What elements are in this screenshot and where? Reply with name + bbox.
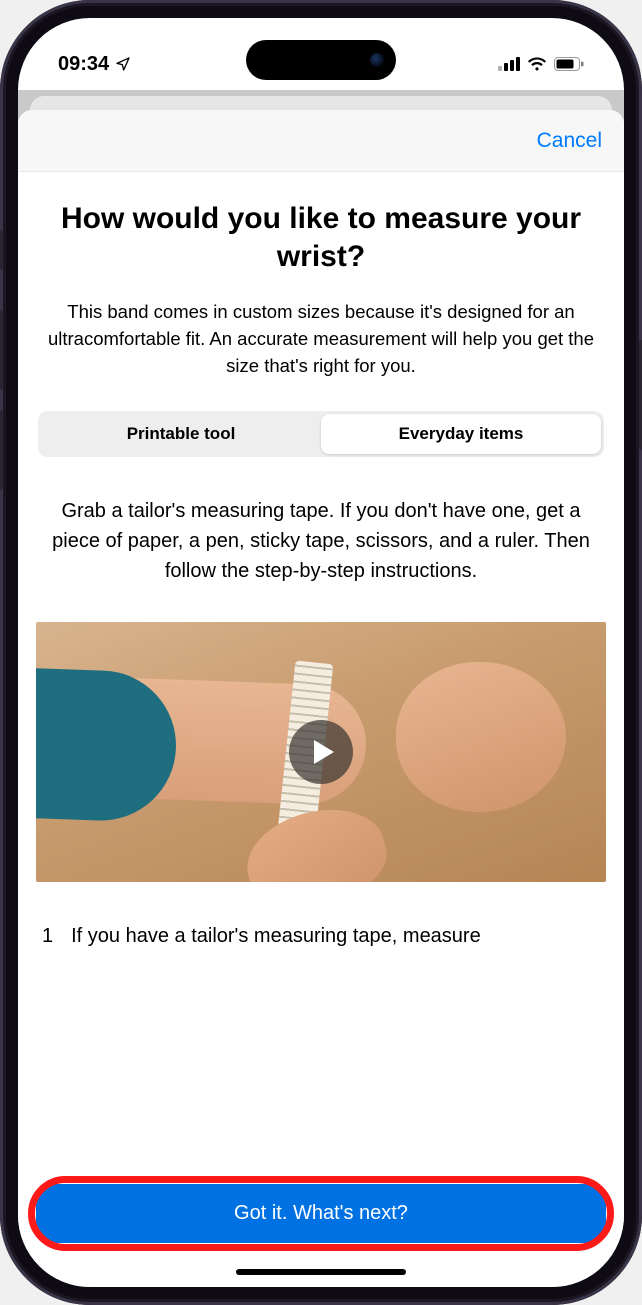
play-button[interactable] bbox=[289, 720, 353, 784]
step-text: If you have a tailor's measuring tape, m… bbox=[71, 922, 481, 951]
sheet-backdrop: Cancel How would you like to measure you… bbox=[18, 90, 624, 1287]
front-camera bbox=[370, 53, 384, 67]
segment-printable-tool[interactable]: Printable tool bbox=[41, 414, 321, 454]
step-item: 1 If you have a tailor's measuring tape,… bbox=[36, 922, 606, 951]
step-number: 1 bbox=[42, 922, 53, 951]
phone-frame: 09:34 Cancel How would you like to measu… bbox=[0, 0, 642, 1305]
page-subtitle: This band comes in custom sizes because … bbox=[36, 299, 606, 379]
instructions-text: Grab a tailor's measuring tape. If you d… bbox=[36, 497, 606, 586]
home-indicator[interactable] bbox=[236, 1269, 406, 1275]
battery-icon bbox=[554, 57, 584, 71]
illustration-fist bbox=[396, 662, 566, 812]
play-icon bbox=[312, 739, 336, 765]
dynamic-island bbox=[246, 40, 396, 80]
got-it-button[interactable]: Got it. What's next? bbox=[36, 1184, 606, 1243]
side-button bbox=[0, 230, 3, 270]
location-icon bbox=[115, 56, 131, 72]
side-button bbox=[0, 410, 3, 490]
wifi-icon bbox=[527, 57, 547, 71]
screen: 09:34 Cancel How would you like to measu… bbox=[18, 18, 624, 1287]
sheet-header: Cancel bbox=[18, 110, 624, 172]
cta-container: Got it. What's next? bbox=[36, 1184, 606, 1243]
segmented-control: Printable tool Everyday items bbox=[38, 411, 604, 457]
cellular-icon bbox=[498, 57, 520, 71]
segment-everyday-items[interactable]: Everyday items bbox=[321, 414, 601, 454]
page-title: How would you like to measure your wrist… bbox=[36, 200, 606, 275]
cancel-button[interactable]: Cancel bbox=[537, 129, 602, 153]
status-time: 09:34 bbox=[58, 53, 109, 76]
video-thumbnail[interactable] bbox=[36, 622, 606, 882]
side-button bbox=[0, 310, 3, 390]
sheet-content[interactable]: How would you like to measure your wrist… bbox=[18, 172, 624, 1287]
modal-sheet: Cancel How would you like to measure you… bbox=[18, 110, 624, 1287]
